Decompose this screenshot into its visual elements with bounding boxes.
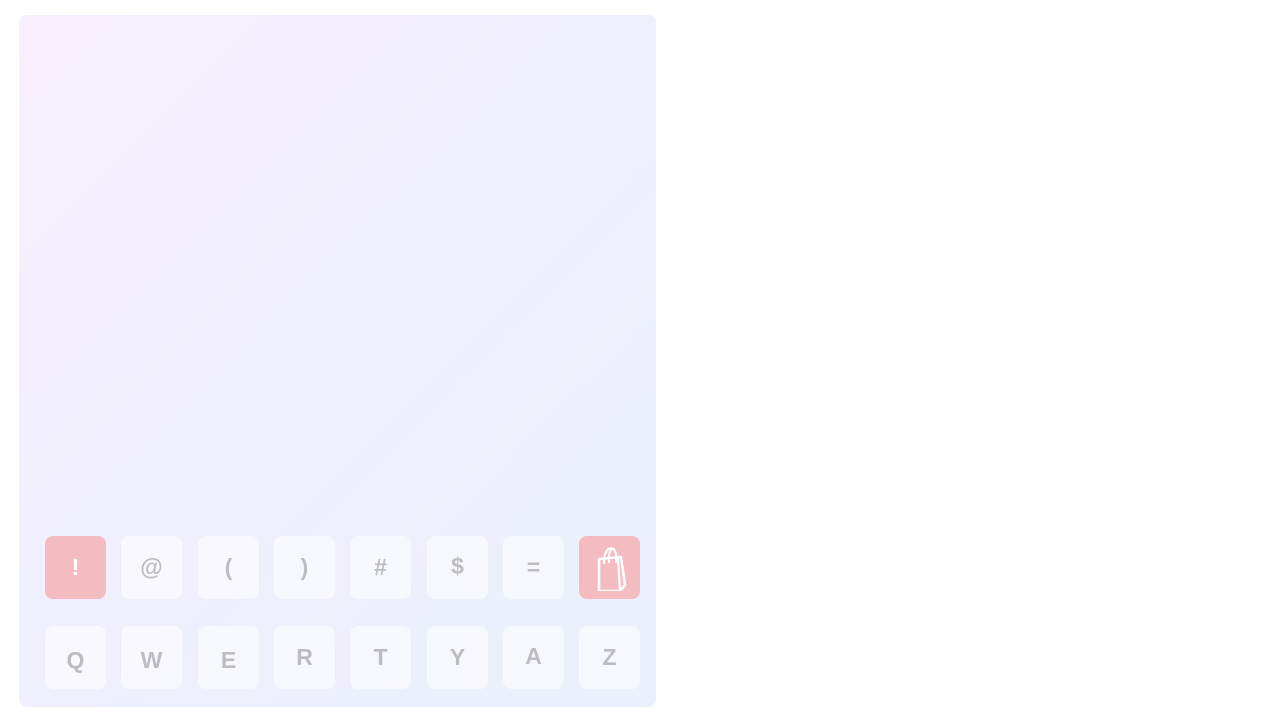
key-label: E (220, 647, 237, 673)
keyboard-panel: ! @ ( ) # $ = Q W E R T Y A Z (19, 15, 656, 707)
key-e[interactable]: E (198, 626, 259, 689)
key-label: ) (300, 554, 309, 580)
key-r[interactable]: R (274, 626, 335, 689)
key-q[interactable]: Q (45, 626, 106, 689)
key-hash[interactable]: # (350, 536, 411, 599)
key-label: # (374, 554, 387, 580)
key-close-paren[interactable]: ) (274, 536, 335, 599)
key-at[interactable]: @ (121, 536, 182, 599)
key-label: Q (66, 647, 85, 673)
key-label: $ (451, 553, 464, 579)
key-label: T (373, 644, 388, 670)
key-a[interactable]: A (503, 626, 564, 689)
bag-key[interactable] (579, 536, 640, 599)
key-label: Y (449, 644, 466, 670)
key-open-paren[interactable]: ( (198, 536, 259, 599)
key-label: W (140, 647, 163, 673)
key-y[interactable]: Y (427, 626, 488, 689)
key-label: ( (224, 554, 233, 580)
shopping-bag-icon (593, 545, 627, 591)
key-label: R (296, 644, 313, 670)
key-label: ! (71, 554, 80, 580)
key-z[interactable]: Z (579, 626, 640, 689)
key-exclamation[interactable]: ! (45, 536, 106, 599)
letter-key-row: Q W E R T Y A Z (45, 626, 640, 689)
key-label: A (525, 643, 542, 669)
key-t[interactable]: T (350, 626, 411, 689)
key-label: Z (602, 644, 617, 670)
key-label: @ (140, 554, 163, 580)
key-label: = (526, 554, 541, 580)
key-dollar[interactable]: $ (427, 536, 488, 599)
key-equals[interactable]: = (503, 536, 564, 599)
key-w[interactable]: W (121, 626, 182, 689)
symbol-key-row: ! @ ( ) # $ = (45, 536, 640, 599)
